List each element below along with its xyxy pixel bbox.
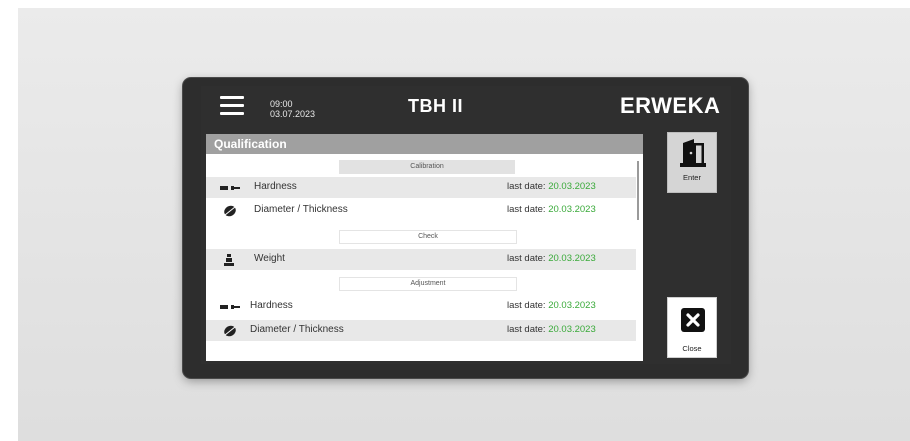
section-adjustment: Adjustment (339, 277, 517, 291)
device-title: TBH II (408, 96, 463, 116)
list-item-weight-check[interactable]: Weight last date: 20.03.2023 (206, 249, 636, 270)
hardness-icon (220, 305, 240, 309)
clock-date: 03.07.2023 (270, 109, 316, 119)
touch-screen: 09:00 03.07.2023 TBH II ERWEKA Qualifica… (201, 86, 731, 364)
item-name: Diameter / Thickness (254, 204, 348, 215)
last-date: last date: 20.03.2023 (507, 324, 596, 335)
last-date: last date: 20.03.2023 (507, 300, 596, 311)
list-item-hardness-adjustment[interactable]: Hardness last date: 20.03.2023 (206, 296, 636, 317)
close-label: Close (682, 344, 702, 353)
close-x-icon (681, 308, 705, 332)
list-item-diameter-thickness-adjustment[interactable]: Diameter / Thickness last date: 20.03.20… (206, 320, 636, 341)
section-check: Check (339, 230, 517, 244)
panel-title: Qualification (206, 134, 643, 154)
enter-button[interactable]: Enter (667, 132, 717, 193)
diameter-thickness-icon (224, 325, 236, 337)
diameter-thickness-icon (224, 205, 236, 217)
scrollbar[interactable] (637, 161, 639, 220)
list-item-diameter-thickness-calibration[interactable]: Diameter / Thickness last date: 20.03.20… (206, 200, 636, 221)
item-name: Diameter / Thickness (250, 324, 344, 335)
close-button[interactable]: Close (667, 297, 717, 358)
item-name: Hardness (250, 300, 293, 311)
qualification-panel: Qualification Calibration Hardness last … (206, 134, 643, 361)
last-date: last date: 20.03.2023 (507, 253, 596, 264)
section-calibration: Calibration (339, 160, 515, 174)
last-date: last date: 20.03.2023 (507, 204, 596, 215)
hamburger-menu-icon[interactable] (220, 96, 244, 116)
list-item-hardness-calibration[interactable]: Hardness last date: 20.03.2023 (206, 177, 636, 198)
enter-label: Enter (683, 173, 701, 182)
last-date: last date: 20.03.2023 (507, 181, 596, 192)
erweka-logo: ERWEKA (620, 93, 721, 118)
door-exit-icon (680, 139, 706, 167)
clock-time: 09:00 (270, 99, 293, 109)
hardness-icon (220, 186, 240, 190)
item-name: Weight (254, 253, 285, 264)
weight-icon (224, 254, 234, 266)
item-name: Hardness (254, 181, 297, 192)
